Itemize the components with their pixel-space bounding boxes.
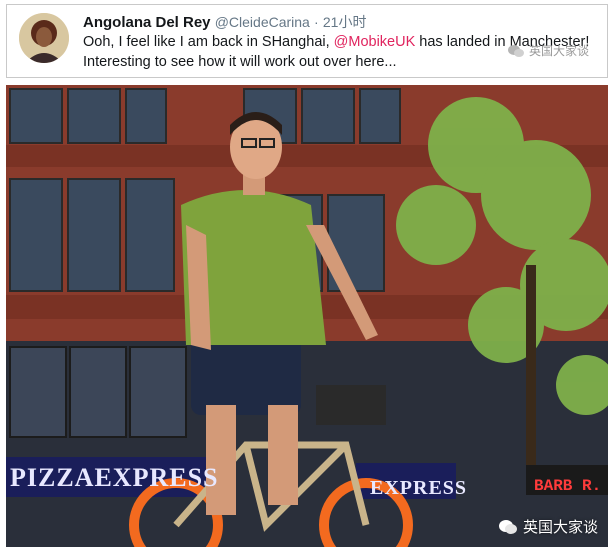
- tweet-text-before: Ooh, I feel like I am back in SHanghai,: [83, 34, 334, 50]
- tweet-timestamp[interactable]: 21小时: [323, 14, 367, 30]
- sign-express: EXPRESS: [370, 477, 468, 499]
- watermark-bottom: 英国大家谈: [498, 516, 598, 537]
- sign-pizzaexpress: PIZZAEXPRESS: [10, 463, 219, 492]
- wechat-icon: [498, 519, 517, 534]
- sign-barber: BARB R.: [534, 477, 602, 495]
- tweet-header: Angolana Del Rey @CleideCarina · 21小时: [83, 12, 366, 32]
- display-name[interactable]: Angolana Del Rey: [83, 14, 211, 31]
- tweet-photo[interactable]: PIZZAEXPRESS EXPRESS BARB R. 英国大家谈: [6, 85, 608, 547]
- tweet-card: Angolana Del Rey @CleideCarina · 21小时 Oo…: [6, 4, 608, 78]
- watermark-bottom-label: 英国大家谈: [522, 519, 598, 536]
- wechat-icon: [507, 44, 524, 57]
- watermark-top: 英国大家谈: [507, 42, 589, 59]
- mention-link[interactable]: @MobikeUK: [334, 34, 416, 50]
- separator-dot: ·: [314, 14, 319, 30]
- user-handle[interactable]: @CleideCarina: [215, 14, 310, 30]
- avatar[interactable]: [19, 13, 69, 63]
- watermark-top-label: 英国大家谈: [528, 44, 589, 58]
